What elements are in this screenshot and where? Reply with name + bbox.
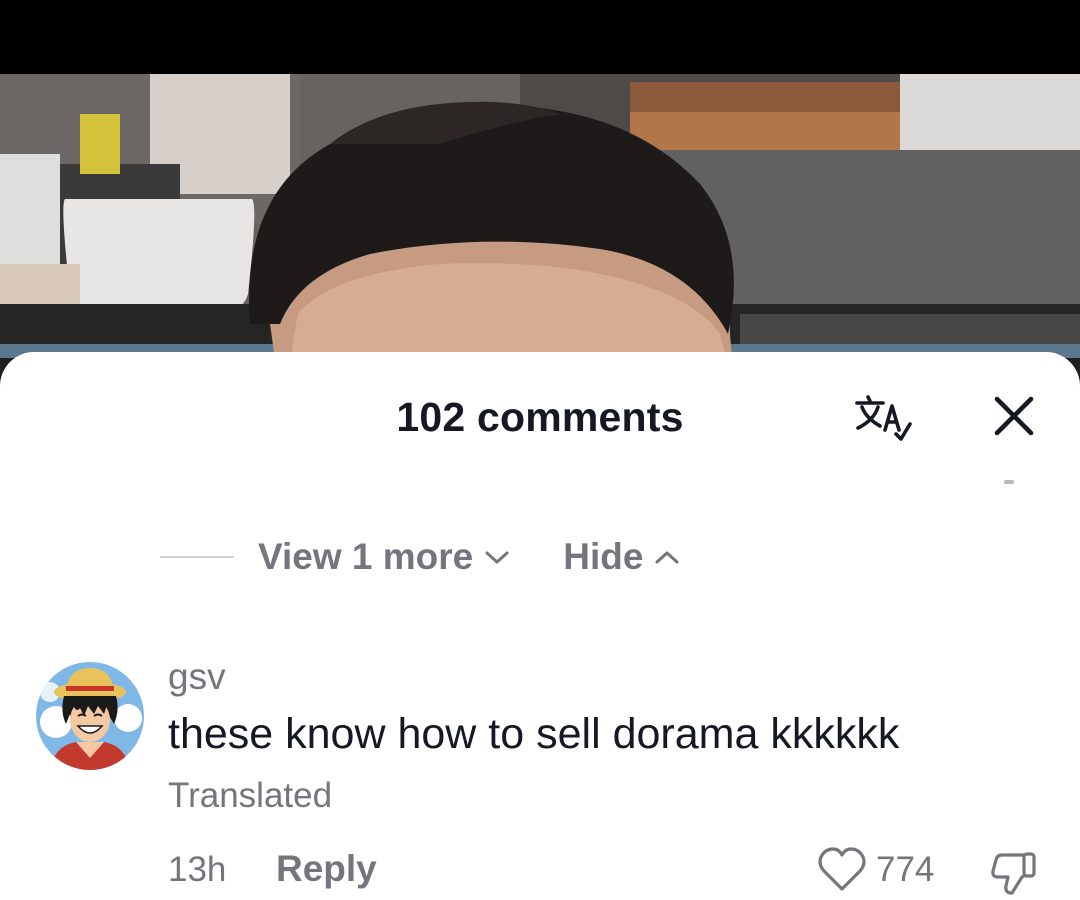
status-bar <box>0 0 1080 74</box>
replies-controls: View 1 more Hide <box>160 532 681 582</box>
translate-button[interactable] <box>852 392 916 444</box>
video-background[interactable] <box>0 74 1080 394</box>
view-more-replies-button[interactable]: View 1 more <box>258 536 511 578</box>
comment-timestamp: 13h <box>168 850 227 889</box>
view-more-label: View 1 more <box>258 536 474 577</box>
comments-count-title: 102 comments <box>396 394 684 440</box>
hide-replies-button[interactable]: Hide <box>563 536 681 578</box>
scroll-indicator <box>1004 480 1014 484</box>
comment-text: these know how to sell dorama kkkkkk <box>168 710 900 758</box>
replies-divider-line <box>160 556 234 558</box>
chevron-up-icon <box>655 551 679 564</box>
close-icon <box>994 396 1034 436</box>
comments-sheet: 102 comments View 1 more Hide gsv these … <box>0 352 1080 900</box>
screen: 102 comments View 1 more Hide gsv these … <box>0 0 1080 900</box>
dislike-icon <box>991 852 1036 895</box>
comment-item: gsv these know how to sell dorama kkkkkk… <box>0 652 1080 900</box>
hide-label: Hide <box>563 536 644 577</box>
chevron-down-icon <box>485 551 509 564</box>
avatar[interactable] <box>36 662 144 770</box>
comment-username[interactable]: gsv <box>168 656 226 698</box>
translated-toggle[interactable]: Translated <box>168 776 332 816</box>
heart-icon <box>818 847 866 891</box>
dislike-button[interactable] <box>988 846 1040 898</box>
like-count: 774 <box>876 850 935 889</box>
close-button[interactable] <box>988 390 1040 442</box>
reply-button[interactable]: Reply <box>276 848 377 890</box>
video-frame-image <box>0 74 1080 394</box>
avatar-image <box>36 662 144 770</box>
like-button[interactable]: 774 <box>816 844 934 896</box>
translate-icon <box>855 395 912 441</box>
